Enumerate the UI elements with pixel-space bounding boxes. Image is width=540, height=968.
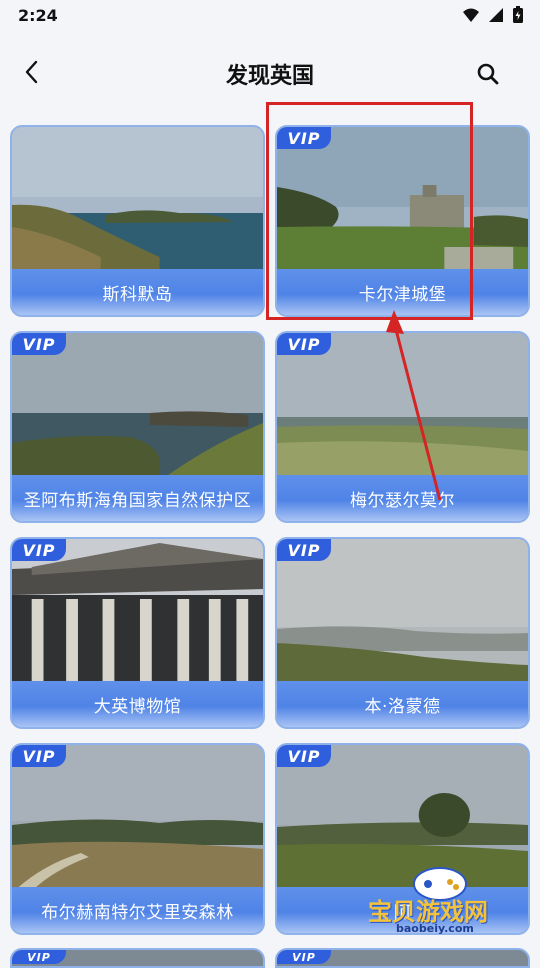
battery-icon (513, 6, 523, 23)
vip-badge: VIP (12, 950, 66, 964)
destination-thumbnail (277, 333, 528, 481)
vip-badge: VIP (12, 745, 66, 767)
destination-grid: 斯科默岛 VIP 卡尔津城堡 VIP 圣阿布斯海角国家自然保护区 VIP 梅尔瑟… (10, 125, 530, 935)
signal-icon (489, 8, 503, 22)
destination-label: 大英博物馆 (12, 681, 263, 727)
destination-thumbnail (277, 745, 528, 893)
destination-label: 布尔赫南特尔艾里安森林 (12, 887, 263, 933)
vip-badge: VIP (12, 333, 66, 355)
destination-thumbnail (12, 745, 263, 893)
vip-badge: VIP (12, 539, 66, 561)
destination-thumbnail (12, 127, 263, 275)
status-icons (462, 6, 524, 24)
destination-card[interactable]: VIP (275, 948, 530, 968)
status-bar: 2:24 (0, 0, 540, 32)
search-button[interactable] (470, 56, 506, 92)
destination-card[interactable]: VIP 阿 (275, 743, 530, 935)
destination-thumbnail (277, 127, 528, 275)
wifi-icon (463, 8, 479, 22)
destination-card[interactable]: VIP 卡尔津城堡 (275, 125, 530, 317)
status-time: 2:24 (18, 6, 58, 25)
destination-label: 圣阿布斯海角国家自然保护区 (12, 475, 263, 521)
search-icon (477, 63, 499, 85)
destination-label: 卡尔津城堡 (277, 269, 528, 315)
vip-badge: VIP (277, 539, 331, 561)
destination-card[interactable]: 斯科默岛 (10, 125, 265, 317)
destination-card[interactable]: VIP 梅尔瑟尔莫尔 (275, 331, 530, 523)
destination-label: 斯科默岛 (12, 269, 263, 315)
app-header: 发现英国 (0, 32, 540, 112)
destination-card[interactable]: VIP 本·洛蒙德 (275, 537, 530, 729)
destination-label: 梅尔瑟尔莫尔 (277, 475, 528, 521)
destination-card[interactable]: VIP (10, 948, 265, 968)
page-title: 发现英国 (225, 64, 314, 89)
destination-thumbnail (12, 333, 263, 481)
destination-card[interactable]: VIP 布尔赫南特尔艾里安森林 (10, 743, 265, 935)
vip-badge: VIP (277, 745, 331, 767)
vip-badge: VIP (277, 127, 331, 149)
vip-badge: VIP (277, 333, 331, 355)
destination-card[interactable]: VIP 大英博物馆 (10, 537, 265, 729)
destination-thumbnail (12, 539, 263, 687)
destination-label: 阿 (277, 887, 528, 933)
destination-card[interactable]: VIP 圣阿布斯海角国家自然保护区 (10, 331, 265, 523)
vip-badge: VIP (277, 950, 331, 964)
destination-label: 本·洛蒙德 (277, 681, 528, 727)
destination-thumbnail (277, 539, 528, 687)
